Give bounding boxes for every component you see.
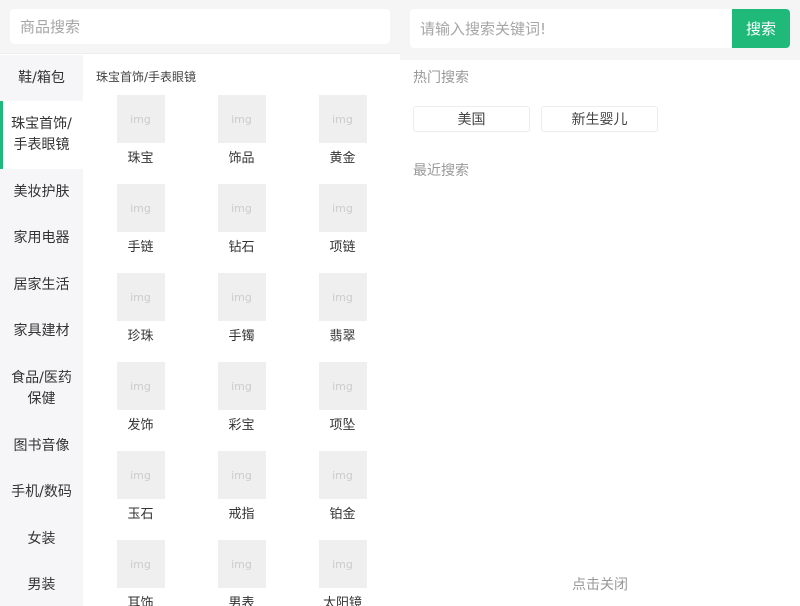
hot-search-tag[interactable]: 美国	[413, 106, 530, 132]
sidebar-item-label: 食品/医药保健	[11, 370, 72, 407]
subcategory-label: 手镯	[228, 329, 255, 344]
subcategory-content: 珠宝首饰/手表眼镜 img 珠宝 img 饰品 img 黄金 img 手链 img 钻石 img 项链…	[83, 55, 400, 606]
category-header	[0, 0, 400, 54]
category-sidebar: 鞋/箱包 珠宝首饰/手表眼镜 美妆护肤 家用电器 居家生活 家具建材 食品/医药…	[0, 55, 83, 606]
subcategory-item[interactable]: img 铂金	[292, 451, 393, 540]
sidebar-item-label: 女装	[27, 530, 56, 547]
subcategory-item[interactable]: img 饰品	[191, 95, 292, 184]
sidebar-item-label: 珠宝首饰/手表眼镜	[11, 116, 72, 153]
sidebar-item-shoes-bags[interactable]: 鞋/箱包	[0, 55, 83, 101]
subcategory-label: 彩宝	[228, 418, 255, 433]
subcategory-label: 玉石	[127, 507, 154, 522]
subcategory-item[interactable]: img 戒指	[191, 451, 292, 540]
image-placeholder-icon: img	[217, 184, 266, 232]
subcategory-item[interactable]: img 发饰	[90, 362, 191, 451]
image-placeholder-icon: img	[116, 362, 165, 410]
image-placeholder-icon: img	[318, 273, 367, 321]
subcategory-item[interactable]: img 珍珠	[90, 273, 191, 362]
subcategory-grid: img 珠宝 img 饰品 img 黄金 img 手链 img 钻石 img 项链 img 珍珠 img 手镯…	[83, 95, 400, 606]
image-placeholder-icon: img	[217, 95, 266, 143]
image-placeholder-icon: img	[217, 540, 266, 588]
image-placeholder-icon: img	[116, 184, 165, 232]
subcategory-label: 铂金	[329, 507, 356, 522]
sidebar-item-label: 家具建材	[13, 323, 70, 340]
image-placeholder-icon: img	[217, 362, 266, 410]
category-panel: 鞋/箱包 珠宝首饰/手表眼镜 美妆护肤 家用电器 居家生活 家具建材 食品/医药…	[0, 0, 400, 606]
recent-search-title: 最近搜索	[413, 163, 469, 179]
close-button[interactable]: 点击关闭	[400, 574, 800, 594]
subcategory-label: 耳饰	[127, 596, 154, 606]
sidebar-item-home-living[interactable]: 居家生活	[0, 262, 83, 309]
subcategory-label: 翡翠	[329, 329, 356, 344]
sidebar-item-label: 鞋/箱包	[18, 69, 65, 86]
subcategory-item[interactable]: img 男表	[191, 540, 292, 606]
keyword-search-box[interactable]	[410, 9, 732, 48]
sidebar-item-label: 手机/数码	[11, 484, 72, 501]
search-button[interactable]: 搜索	[732, 9, 790, 48]
subcategory-label: 黄金	[329, 151, 356, 166]
sidebar-item-womens[interactable]: 女装	[0, 516, 83, 563]
hot-search-tags: 美国 新生婴儿	[413, 106, 658, 132]
image-placeholder-icon: img	[217, 273, 266, 321]
subcategory-label: 项链	[329, 240, 356, 255]
image-placeholder-icon: img	[318, 184, 367, 232]
subcategory-item[interactable]: img 项坠	[292, 362, 393, 451]
sidebar-item-phones-digital[interactable]: 手机/数码	[0, 470, 83, 517]
product-search-input[interactable]	[20, 17, 390, 36]
subcategory-label: 手链	[127, 240, 154, 255]
subcategory-item[interactable]: img 玉石	[90, 451, 191, 540]
subcategory-item[interactable]: img 太阳镜	[292, 540, 393, 606]
hot-search-title: 热门搜索	[413, 70, 469, 86]
product-search-box[interactable]	[10, 9, 390, 44]
sidebar-item-appliances[interactable]: 家用电器	[0, 216, 83, 263]
sidebar-item-label: 男装	[27, 577, 56, 594]
subcategory-item[interactable]: img 珠宝	[90, 95, 191, 184]
keyword-search-bar: 搜索	[410, 9, 790, 48]
subcategory-label: 太阳镜	[322, 596, 362, 606]
subcategory-label: 珠宝	[127, 151, 154, 166]
image-placeholder-icon: img	[318, 95, 367, 143]
subcategory-label: 珍珠	[127, 329, 154, 344]
subcategory-title: 珠宝首饰/手表眼镜	[96, 70, 197, 84]
subcategory-item[interactable]: img 项链	[292, 184, 393, 273]
subcategory-label: 男表	[228, 596, 255, 606]
subcategory-label: 钻石	[228, 240, 255, 255]
image-placeholder-icon: img	[116, 540, 165, 588]
image-placeholder-icon: img	[217, 451, 266, 499]
subcategory-item[interactable]: img 耳饰	[90, 540, 191, 606]
keyword-search-input[interactable]	[420, 19, 732, 38]
sidebar-item-books-media[interactable]: 图书音像	[0, 423, 83, 470]
sidebar-item-jewelry-watches[interactable]: 珠宝首饰/手表眼镜	[0, 101, 83, 169]
subcategory-item[interactable]: img 彩宝	[191, 362, 292, 451]
subcategory-item[interactable]: img 黄金	[292, 95, 393, 184]
image-placeholder-icon: img	[318, 451, 367, 499]
image-placeholder-icon: img	[318, 540, 367, 588]
sidebar-item-label: 美妆护肤	[13, 183, 70, 200]
sidebar-item-beauty[interactable]: 美妆护肤	[0, 169, 83, 216]
sidebar-item-label: 图书音像	[13, 437, 70, 454]
subcategory-label: 发饰	[127, 418, 154, 433]
sidebar-item-furniture[interactable]: 家具建材	[0, 309, 83, 356]
image-placeholder-icon: img	[318, 362, 367, 410]
image-placeholder-icon: img	[116, 95, 165, 143]
search-header: 搜索	[400, 0, 800, 60]
hot-search-tag[interactable]: 新生婴儿	[541, 106, 658, 132]
subcategory-item[interactable]: img 手链	[90, 184, 191, 273]
sidebar-item-food-health[interactable]: 食品/医药保健	[0, 355, 83, 423]
search-panel: 搜索 热门搜索 美国 新生婴儿 最近搜索 点击关闭	[400, 0, 800, 606]
image-placeholder-icon: img	[116, 451, 165, 499]
sidebar-item-mens[interactable]: 男装	[0, 563, 83, 606]
subcategory-item[interactable]: img 钻石	[191, 184, 292, 273]
subcategory-label: 戒指	[228, 507, 255, 522]
subcategory-item[interactable]: img 翡翠	[292, 273, 393, 362]
subcategory-label: 项坠	[329, 418, 356, 433]
sidebar-item-label: 家用电器	[13, 230, 70, 247]
subcategory-item[interactable]: img 手镯	[191, 273, 292, 362]
subcategory-label: 饰品	[228, 151, 255, 166]
sidebar-item-label: 居家生活	[13, 276, 70, 293]
image-placeholder-icon: img	[116, 273, 165, 321]
